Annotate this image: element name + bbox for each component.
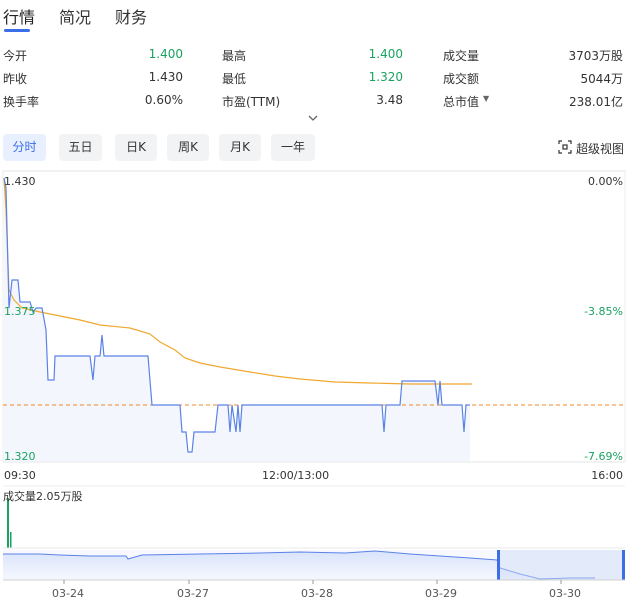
tab-market[interactable]: 行情	[3, 4, 35, 28]
high-label: 最高	[222, 49, 247, 63]
stats-row: 昨收 1.430 最低 1.320 成交额 5044万	[0, 70, 640, 88]
pct-axis-top: 0.00%	[588, 175, 623, 188]
overview-date: 03-28	[301, 587, 333, 600]
high-value: 1.400	[368, 47, 403, 61]
low-value: 1.320	[368, 70, 403, 84]
period-button-1year[interactable]: 一年	[271, 134, 315, 161]
period-button-monthly-k[interactable]: 月K	[219, 134, 261, 161]
market-cap-label[interactable]: 总市值	[443, 93, 479, 110]
amount-value: 5044万	[580, 72, 623, 86]
overview-selection-window[interactable]	[499, 550, 623, 580]
overview-date: 03-29	[425, 587, 457, 600]
period-button-daily-k[interactable]: 日K	[115, 134, 157, 161]
tab-finance[interactable]: 财务	[115, 4, 147, 28]
pe-value: 3.48	[376, 93, 403, 107]
price-axis-bottom: 1.320	[4, 450, 36, 463]
overview-date: 03-24	[52, 587, 84, 600]
open-value: 1.400	[148, 47, 183, 61]
open-label: 今开	[3, 49, 28, 63]
pct-axis-mid: -3.85%	[584, 305, 623, 318]
super-view-label: 超级视图	[576, 142, 625, 156]
low-label: 最低	[222, 72, 247, 86]
stats-row: 今开 1.400 最高 1.400 成交量 3703万股	[0, 47, 640, 65]
overview-left-handle[interactable]	[497, 550, 500, 580]
prev-close-label: 昨收	[3, 72, 28, 86]
period-button-5day[interactable]: 五日	[59, 134, 102, 161]
overview-date: 03-27	[177, 587, 209, 600]
caret-down-icon[interactable]: ▼	[483, 94, 489, 103]
price-axis-top: 1.430	[4, 175, 36, 188]
stats-row: 换手率 0.60% 市盈(TTM) 3.48 总市值 ▼ 238.01亿	[0, 93, 640, 111]
chevron-down-icon[interactable]	[305, 113, 321, 125]
time-axis-start: 09:30	[4, 469, 36, 482]
period-selector: 分时 五日 日K 周K 月K 一年 超级视图	[0, 134, 640, 162]
period-button-intraday[interactable]: 分时	[3, 134, 46, 161]
tab-profile[interactable]: 简况	[59, 4, 91, 28]
turnover-label: 换手率	[3, 95, 40, 109]
amount-label: 成交额	[443, 72, 480, 86]
volume-bar	[10, 532, 12, 548]
turnover-value: 0.60%	[144, 93, 183, 107]
period-button-weekly-k[interactable]: 周K	[167, 134, 209, 161]
volume-value: 3703万股	[568, 49, 623, 63]
active-tab-indicator	[4, 29, 30, 32]
volume-bar	[7, 498, 9, 548]
expand-view-icon	[558, 140, 572, 154]
overview-right-handle[interactable]	[622, 550, 625, 580]
intraday-chart[interactable]	[0, 170, 640, 600]
pe-label: 市盈(TTM)	[222, 95, 281, 109]
top-tabs: 行情 简况 财务	[0, 0, 640, 34]
volume-label: 成交量	[443, 49, 480, 63]
pct-axis-bottom: -7.69%	[584, 450, 623, 463]
prev-close-value: 1.430	[148, 70, 183, 84]
average-price-line	[3, 177, 472, 385]
price-axis-mid: 1.375	[4, 305, 36, 318]
market-cap-value: 238.01亿	[569, 95, 623, 109]
overview-date: 03-30	[549, 587, 581, 600]
time-axis-end: 16:00	[591, 469, 623, 482]
volume-label: 成交量2.05万股	[3, 490, 83, 503]
time-axis-mid: 12:00/13:00	[262, 469, 330, 482]
